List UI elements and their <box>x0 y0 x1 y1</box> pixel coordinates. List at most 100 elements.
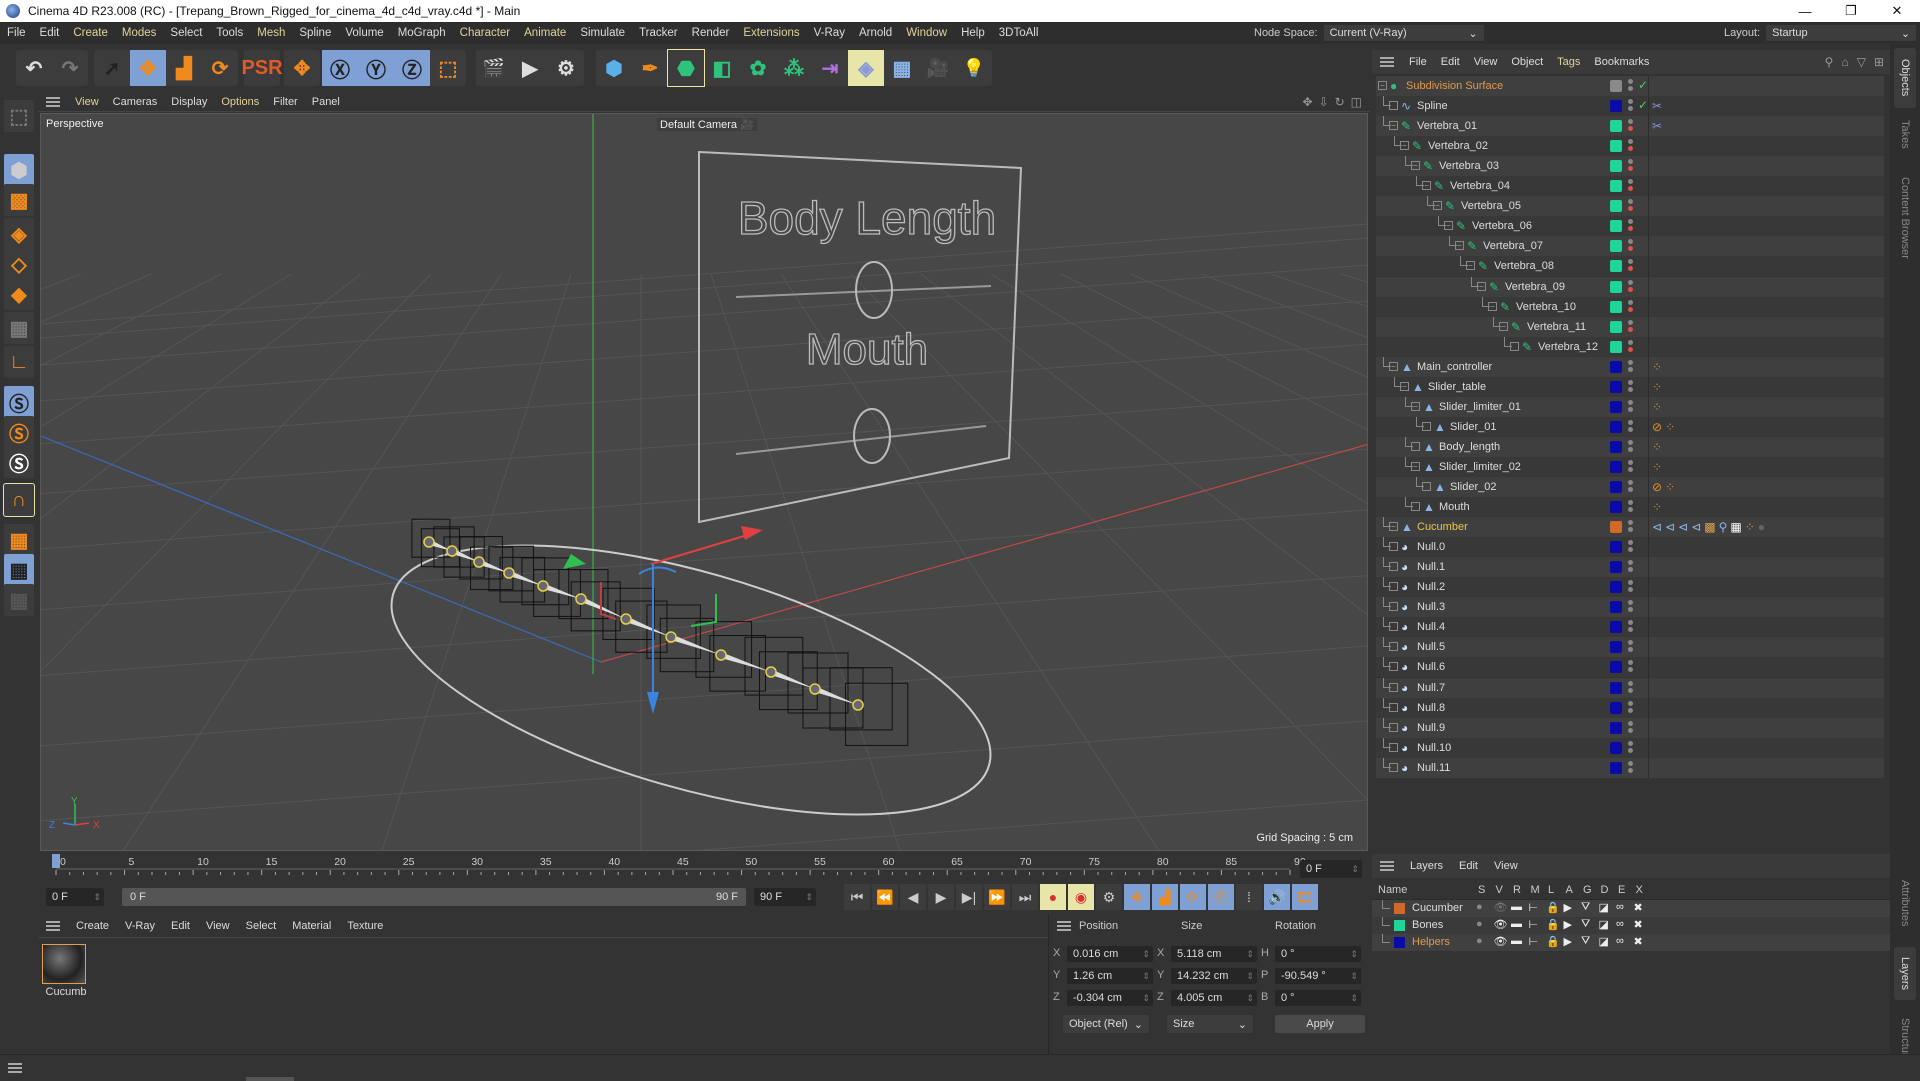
layer-menu-icon[interactable] <box>1380 861 1394 871</box>
object-row[interactable]: ∿ Spline ✓ ✂ <box>1376 96 1884 117</box>
expand-toggle[interactable] <box>1389 622 1398 632</box>
menu-tools[interactable]: Tools <box>209 27 250 39</box>
object-row[interactable]: ◕ Null.10 <box>1376 737 1884 758</box>
editor-visibility-dot[interactable] <box>1628 459 1633 465</box>
menu-help[interactable]: Help <box>954 27 992 39</box>
viewport-menu-cameras[interactable]: Cameras <box>106 96 165 108</box>
skin-tag-icon[interactable]: ⚲ <box>1719 520 1728 534</box>
visibility-dots[interactable] <box>1628 579 1634 595</box>
layer-deformers-toggle[interactable]: ◪ <box>1599 901 1609 914</box>
menu-3dtoall[interactable]: 3DToAll <box>992 27 1046 39</box>
object-row[interactable]: − ✎ Vertebra_06 <box>1376 216 1884 237</box>
visibility-dots[interactable] <box>1628 499 1634 515</box>
layer-animation-toggle[interactable]: ▶ <box>1564 901 1572 914</box>
joint[interactable] <box>620 613 632 625</box>
polygon-mode-button[interactable]: ◆ <box>4 278 34 310</box>
visibility-dots[interactable] <box>1628 258 1634 274</box>
play-button[interactable]: ▶ <box>928 884 954 910</box>
object-name[interactable]: Vertebra_03 <box>1439 160 1499 172</box>
viewport-menu-view[interactable]: View <box>68 96 106 108</box>
layer-xrefs-toggle[interactable]: ✖ <box>1634 901 1643 914</box>
object-row[interactable]: − ✎ Vertebra_10 <box>1376 296 1884 317</box>
menu-spline[interactable]: Spline <box>292 27 338 39</box>
render-visibility-dot[interactable] <box>1628 607 1633 613</box>
axis-mode-button[interactable]: ∟ <box>4 346 34 378</box>
layer-deformers-toggle[interactable]: ◪ <box>1599 935 1609 948</box>
layer-color-swatch[interactable] <box>1610 561 1622 574</box>
menu-file[interactable]: File <box>0 27 33 39</box>
object-name[interactable]: Subdivision Surface <box>1406 80 1503 92</box>
camera-name[interactable]: Default Camera 🎥 <box>657 118 757 131</box>
model-mode-button[interactable]: ⬢ <box>4 154 34 186</box>
layer-visible-toggle[interactable]: 👁 <box>1494 935 1508 948</box>
editor-visibility-dot[interactable] <box>1628 139 1633 145</box>
editor-visibility-dot[interactable] <box>1628 640 1633 646</box>
xpresso-tag-icon[interactable]: ⁘ <box>1652 500 1662 514</box>
layer-color-swatch[interactable] <box>1610 380 1622 393</box>
xpresso-tag-icon[interactable]: ⁘ <box>1652 400 1662 414</box>
visibility-dots[interactable] <box>1628 760 1634 776</box>
layer-color-swatch[interactable] <box>1610 120 1622 133</box>
layer-row[interactable]: Bones ● 👁 ▬ ⊢ 🔒 ▶ ⛛ ◪ ∞ ✖ <box>1372 917 1890 934</box>
light-button[interactable]: 💡 <box>956 50 992 86</box>
layer-expressions-toggle[interactable]: ∞ <box>1616 918 1624 930</box>
xpresso-tag-icon[interactable]: ⁘ <box>1652 380 1662 394</box>
joint[interactable] <box>715 649 727 661</box>
layer-color-swatch[interactable] <box>1610 501 1622 514</box>
layout-dropdown[interactable]: Startup ⌄ <box>1766 25 1917 41</box>
expand-toggle[interactable] <box>1389 602 1398 612</box>
material-menu-view[interactable]: View <box>198 920 238 932</box>
expand-toggle[interactable]: − <box>1411 461 1420 471</box>
minimize-button[interactable]: — <box>1782 0 1828 22</box>
layer-color-swatch[interactable] <box>1610 621 1622 634</box>
viewport-menu-options[interactable]: Options <box>214 96 266 108</box>
expand-toggle[interactable] <box>1411 441 1420 451</box>
subdivision-surface-button[interactable]: ⬣ <box>667 49 705 87</box>
render-visibility-dot[interactable] <box>1628 266 1633 272</box>
expand-toggle[interactable] <box>1389 562 1398 572</box>
layer-color-swatch[interactable] <box>1610 260 1622 273</box>
expand-toggle[interactable]: − <box>1466 261 1475 271</box>
object-row[interactable]: − ✎ Vertebra_03 <box>1376 156 1884 177</box>
layer-render-toggle[interactable]: ▬ <box>1511 901 1522 913</box>
joint[interactable] <box>575 593 587 605</box>
object-row[interactable]: ◕ Null.0 <box>1376 537 1884 558</box>
visibility-dots[interactable] <box>1628 519 1634 535</box>
object-row[interactable]: − ▲ Slider_limiter_01 ⁘ <box>1376 396 1884 417</box>
expand-toggle[interactable]: − <box>1389 121 1398 131</box>
object-name[interactable]: Null.10 <box>1417 742 1451 754</box>
layer-color-swatch[interactable] <box>1610 741 1622 754</box>
object-row[interactable]: − ▲ Slider_limiter_02 ⁘ <box>1376 456 1884 477</box>
position-x-field[interactable]: 0.016 cm <box>1067 946 1153 962</box>
next-frame-button[interactable]: ▶| <box>956 884 982 910</box>
expand-toggle[interactable] <box>1389 582 1398 592</box>
visibility-dots[interactable] <box>1628 279 1634 295</box>
material-menu-icon[interactable] <box>46 920 60 931</box>
render-visibility-dot[interactable] <box>1628 587 1633 593</box>
layer-column-name[interactable]: Name <box>1378 884 1407 896</box>
joint[interactable] <box>665 631 677 643</box>
object-row[interactable]: ◕ Null.8 <box>1376 697 1884 718</box>
expand-toggle[interactable]: − <box>1433 201 1442 211</box>
editor-visibility-dot[interactable] <box>1628 439 1633 445</box>
render-visibility-dot[interactable] <box>1628 667 1633 673</box>
expand-toggle[interactable] <box>1389 762 1398 772</box>
menu-extensions[interactable]: Extensions <box>736 27 806 39</box>
viewport-menu-filter[interactable]: Filter <box>266 96 304 108</box>
expand-toggle[interactable] <box>1411 502 1420 512</box>
layer-generators-toggle[interactable]: ⛛ <box>1581 918 1590 931</box>
menu-arnold[interactable]: Arnold <box>852 27 899 39</box>
render-visibility-dot[interactable] <box>1628 466 1633 472</box>
layer-color-swatch[interactable] <box>1610 581 1622 594</box>
menu-window[interactable]: Window <box>899 27 954 39</box>
layer-color-swatch[interactable] <box>1610 721 1622 734</box>
menu-tracker[interactable]: Tracker <box>632 27 685 39</box>
film-button[interactable]: 🎞 <box>1292 884 1318 910</box>
xpresso-tag-icon[interactable]: ⁘ <box>1652 460 1662 474</box>
render-visibility-dot[interactable] <box>1628 527 1633 533</box>
visibility-dots[interactable] <box>1628 98 1634 114</box>
extrude-button[interactable]: ◧ <box>704 50 740 86</box>
material-menu-create[interactable]: Create <box>68 920 117 932</box>
object-row[interactable]: − ▲ Main_controller ⁘ <box>1376 356 1884 377</box>
editor-visibility-dot[interactable] <box>1628 79 1633 84</box>
